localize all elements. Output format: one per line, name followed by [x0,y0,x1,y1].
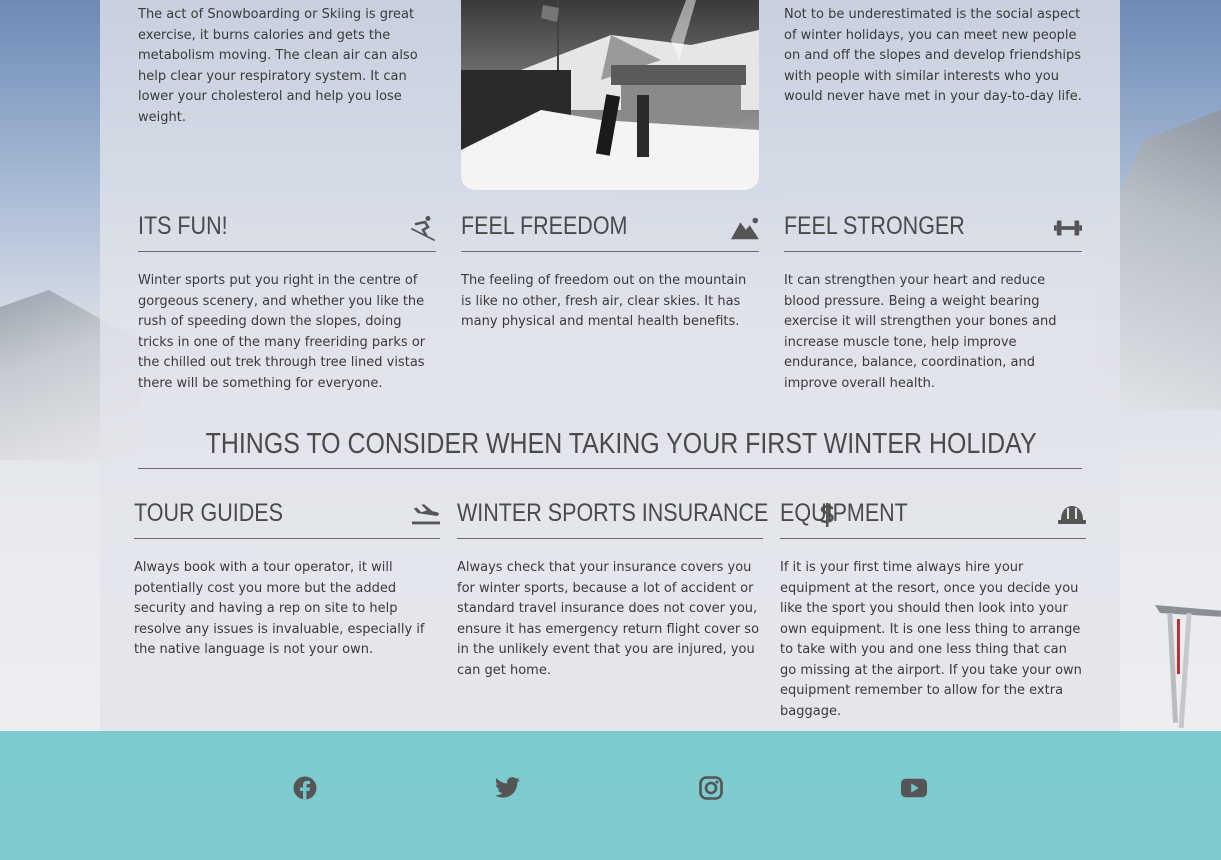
consider-text-insurance: Always check that your insurance covers … [457,560,760,678]
consider-text-tour-guides: Always book with a tour operator, it wil… [134,560,425,657]
benefit-text-fun: Winter sports put you right in the centr… [138,273,426,391]
intro-left-text: The act of Snowboarding or Skiing is gre… [138,7,418,125]
consider-item-title: WINTER SPORTS INSURANCE [457,499,769,527]
facebook-icon[interactable] [292,775,318,801]
benefit-heading-fun: ITS FUN! [138,212,436,252]
consider-heading-equipment: EQUIPMENT [780,499,1086,539]
benefit-title: FEEL FREEDOM [461,212,628,240]
plane-landing-icon [412,502,440,528]
mountain-icon [731,215,759,241]
benefit-title: ITS FUN! [138,212,228,240]
skiing-icon [408,215,436,241]
instagram-icon[interactable] [698,775,724,801]
consider-item-title: EQUIPMENT [780,499,908,527]
benefit-heading-freedom: FEEL FREEDOM [461,212,759,252]
benefit-text-stronger: It can strengthen your heart and reduce … [784,273,1057,391]
helmet-icon [1058,502,1086,528]
footer [0,731,1221,860]
ski-resort-photo [461,0,759,190]
background-chairlift-pole [1155,605,1221,729]
youtube-icon[interactable] [901,775,927,801]
consider-heading-tour-guides: TOUR GUIDES [134,499,440,539]
benefit-heading-stronger: FEEL STRONGER [784,212,1082,252]
benefit-title: FEEL STRONGER [784,212,965,240]
consider-item-title: TOUR GUIDES [134,499,283,527]
twitter-icon[interactable] [495,775,521,801]
consider-text-equipment: If it is your first time always hire you… [780,560,1082,719]
consider-title: THINGS TO CONSIDER WHEN TAKING YOUR FIRS… [205,428,1037,460]
benefit-text-freedom: The feeling of freedom out on the mounta… [461,273,747,329]
intro-right-text: Not to be underestimated is the social a… [784,7,1082,104]
consider-section-title: THINGS TO CONSIDER WHEN TAKING YOUR FIRS… [138,428,1082,469]
consider-heading-insurance: WINTER SPORTS INSURANCE [457,499,834,539]
hero-photo [461,0,759,190]
dumbbell-icon [1054,215,1082,241]
